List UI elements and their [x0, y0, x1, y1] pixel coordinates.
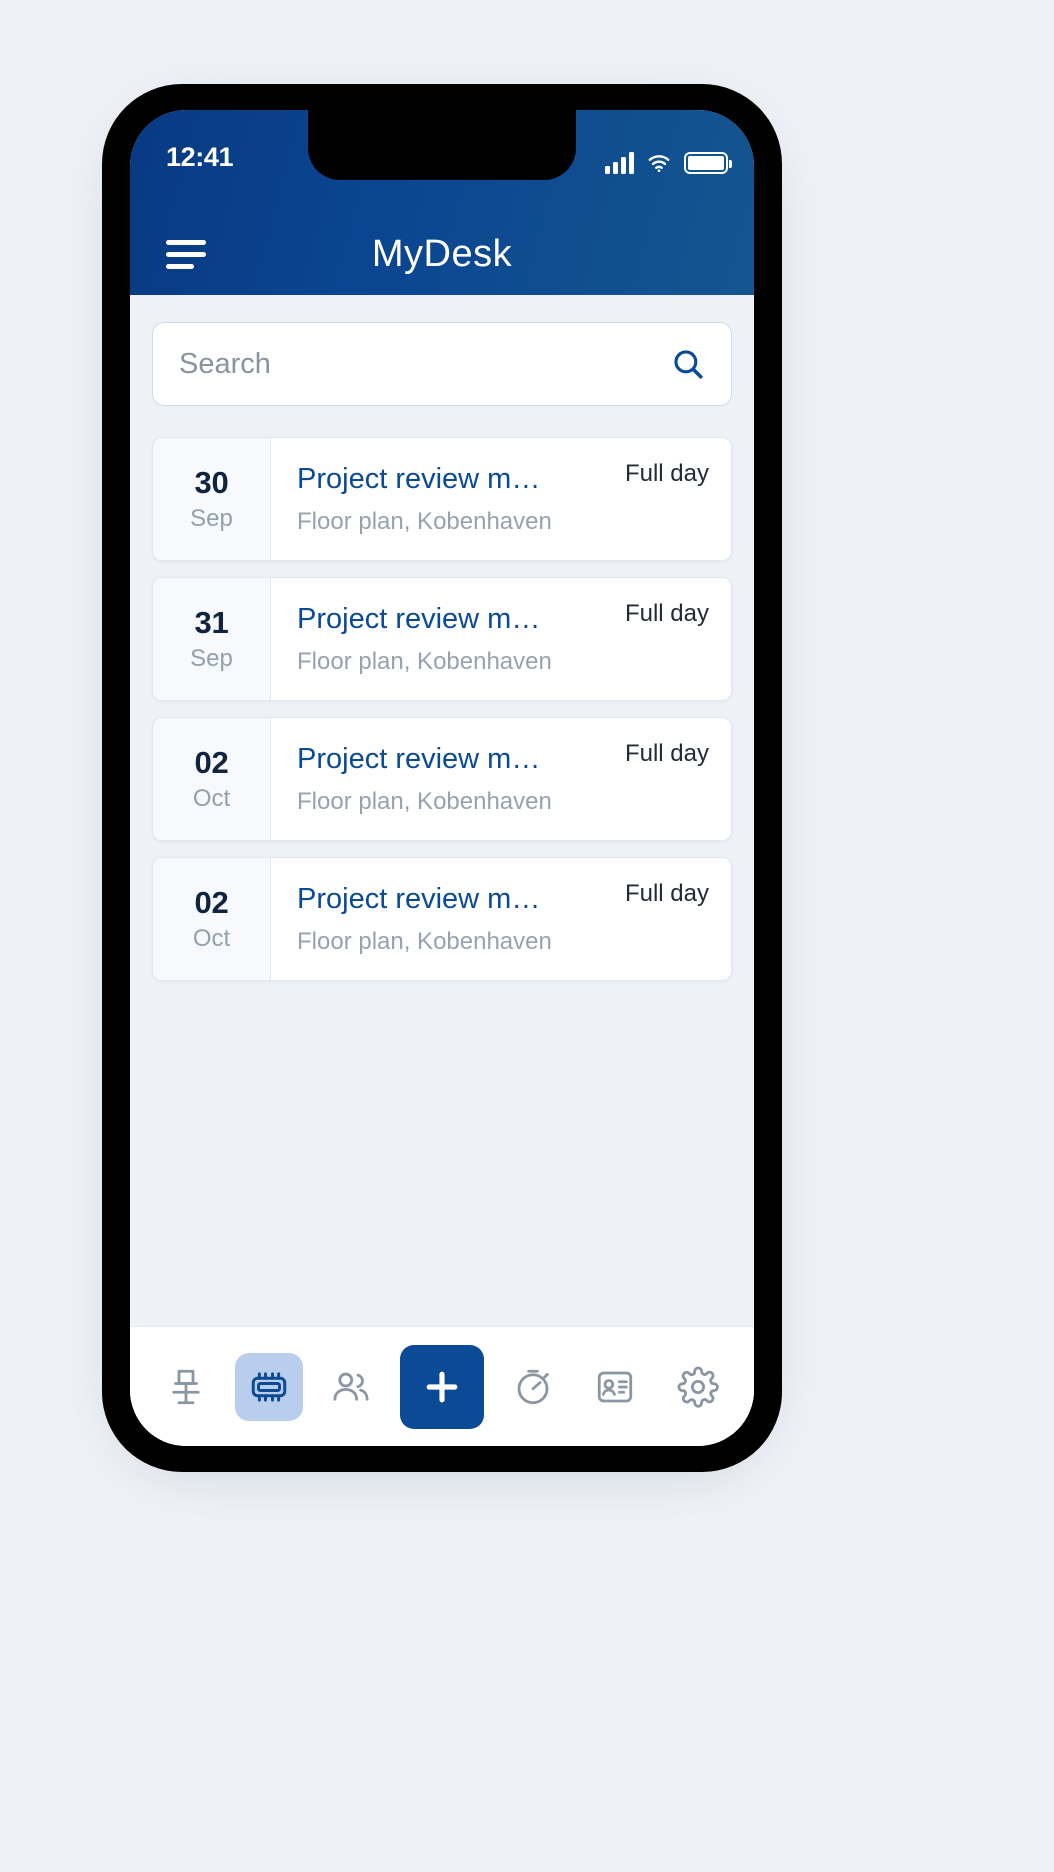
page-title: MyDesk [371, 232, 513, 275]
booking-card[interactable]: 30 Sep Project review m… Floor plan, Kob… [152, 437, 732, 561]
nav-item-timer[interactable] [499, 1353, 567, 1421]
booking-title: Project review m… [297, 882, 541, 915]
office-chair-icon [172, 1369, 200, 1404]
header-nav-row: MyDesk [130, 214, 754, 294]
booking-text-group: Project review m… Floor plan, Kobenhaven [297, 463, 615, 536]
booking-month: Sep [190, 645, 233, 672]
booking-list: 30 Sep Project review m… Floor plan, Kob… [152, 437, 732, 997]
nav-item-settings[interactable] [664, 1353, 732, 1421]
booking-title: Project review m… [297, 462, 541, 495]
booking-month: Sep [190, 505, 233, 532]
booking-month: Oct [192, 785, 231, 812]
booking-day: 02 [194, 885, 229, 920]
booking-location: Floor plan, Kobenhaven [297, 927, 552, 955]
bottom-navigation [130, 1326, 754, 1446]
booking-date: 30 Sep [153, 438, 271, 560]
booking-month: Oct [192, 925, 231, 952]
booking-day: 30 [194, 465, 229, 500]
booking-date: 02 Oct [153, 858, 271, 980]
signal-bars-icon [605, 152, 634, 174]
booking-duration: Full day [624, 460, 709, 487]
booking-card[interactable]: 02 Oct Project review m… Floor plan, Kob… [152, 857, 732, 981]
booking-details: Project review m… Floor plan, Kobenhaven… [271, 438, 731, 560]
hamburger-menu-icon[interactable] [166, 239, 206, 269]
phone-screen: 12:41 MyDesk Search 30 Sep Project revie… [130, 110, 754, 1446]
plus-icon [426, 1371, 458, 1402]
settings-gear-icon [677, 1366, 719, 1408]
nav-item-badge[interactable] [581, 1353, 649, 1421]
battery-full-icon [684, 152, 732, 174]
booking-card[interactable]: 31 Sep Project review m… Floor plan, Kob… [152, 577, 732, 701]
booking-duration: Full day [624, 880, 709, 907]
status-time: 12:41 [166, 142, 234, 172]
app-header: 12:41 MyDesk [130, 110, 754, 295]
status-icons [605, 144, 732, 174]
booking-date: 31 Sep [153, 578, 271, 700]
search-input[interactable] [179, 347, 671, 381]
nav-item-add[interactable] [399, 1344, 484, 1429]
booking-location: Floor plan, Kobenhaven [297, 787, 552, 815]
id-badge-icon [598, 1371, 633, 1402]
nav-item-people[interactable] [317, 1353, 385, 1421]
nav-item-desk[interactable] [152, 1353, 220, 1421]
booking-text-group: Project review m… Floor plan, Kobenhaven [297, 603, 615, 676]
booking-title: Project review m… [297, 742, 541, 775]
booking-title: Project review m… [297, 602, 541, 635]
booking-card[interactable]: 02 Oct Project review m… Floor plan, Kob… [152, 717, 732, 841]
search-icon[interactable] [671, 347, 705, 381]
booking-duration: Full day [624, 740, 709, 767]
stopwatch-icon [517, 1369, 549, 1404]
search-bar[interactable] [152, 322, 732, 406]
booking-day: 02 [194, 745, 229, 780]
people-icon [333, 1372, 369, 1401]
main-content: 30 Sep Project review m… Floor plan, Kob… [130, 295, 754, 1446]
nav-item-rooms[interactable] [234, 1352, 303, 1421]
phone-notch [308, 110, 576, 180]
phone-frame: 12:41 MyDesk Search 30 Sep Project revie… [102, 84, 782, 1472]
booking-text-group: Project review m… Floor plan, Kobenhaven [297, 743, 615, 816]
booking-date: 02 Oct [153, 718, 271, 840]
meeting-room-icon [251, 1371, 286, 1402]
booking-details: Project review m… Floor plan, Kobenhaven… [271, 858, 731, 980]
booking-details: Project review m… Floor plan, Kobenhaven… [271, 718, 731, 840]
booking-day: 31 [194, 605, 229, 640]
wifi-icon [648, 155, 670, 173]
booking-duration: Full day [624, 600, 709, 627]
screenshot-canvas: 12:41 MyDesk Search 30 Sep Project revie… [0, 0, 1054, 1872]
booking-location: Floor plan, Kobenhaven [297, 507, 552, 535]
booking-location: Floor plan, Kobenhaven [297, 647, 552, 675]
booking-text-group: Project review m… Floor plan, Kobenhaven [297, 883, 615, 956]
booking-details: Project review m… Floor plan, Kobenhaven… [271, 578, 731, 700]
